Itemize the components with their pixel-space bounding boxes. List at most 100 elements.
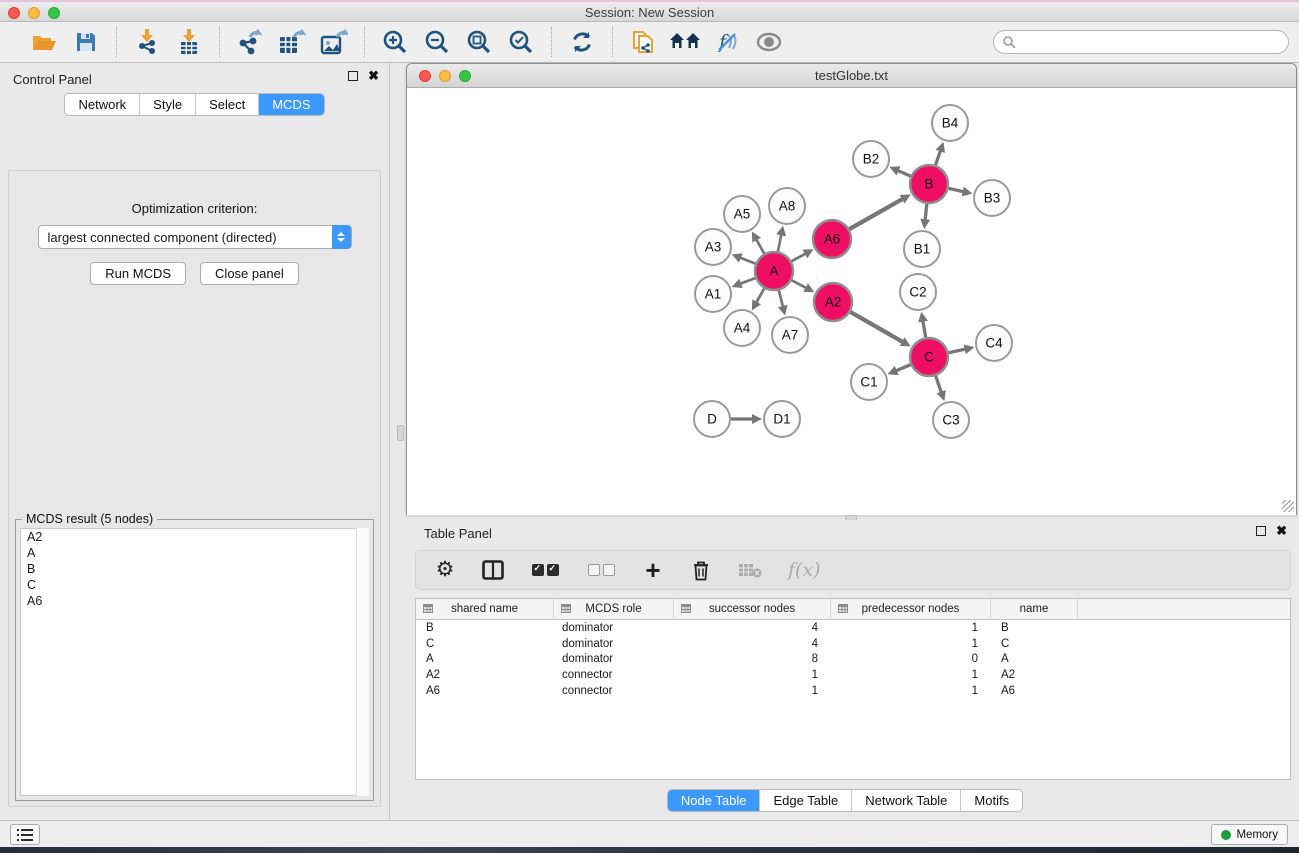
save-session-icon[interactable] xyxy=(70,27,102,57)
export-table-icon[interactable] xyxy=(276,27,308,57)
close-panel-icon[interactable]: ✖ xyxy=(1276,526,1287,536)
list-icon xyxy=(17,829,33,841)
result-list-item[interactable]: A xyxy=(21,545,368,561)
optimization-criterion-select[interactable]: largest connected component (directed) xyxy=(38,225,352,249)
table-row[interactable]: A6connector11A6 xyxy=(416,683,1290,699)
result-list-item[interactable]: C xyxy=(21,577,368,593)
graph-node-label: B2 xyxy=(863,152,880,167)
control-panel-title: Control Panel xyxy=(13,72,92,87)
graph-node-label: D xyxy=(707,412,717,427)
function-builder-icon[interactable]: f(x) xyxy=(788,557,821,583)
table-cell: 4 xyxy=(674,622,831,634)
float-panel-icon[interactable] xyxy=(348,71,358,81)
graph-edge[interactable] xyxy=(949,349,967,353)
result-list-item[interactable]: B xyxy=(21,561,368,577)
result-list-item[interactable]: A2 xyxy=(21,529,368,545)
table-cell: A6 xyxy=(991,685,1078,697)
import-table-icon[interactable] xyxy=(173,27,205,57)
result-scrollbar[interactable] xyxy=(356,528,369,796)
float-panel-icon[interactable] xyxy=(1256,526,1266,536)
desktop-background xyxy=(0,847,1299,853)
table-panel: Table Panel ✖ ⚙ + f(x) shared name xyxy=(391,520,1299,820)
home-icon[interactable] xyxy=(669,27,701,57)
mcds-result-list[interactable]: A2ABCA6 xyxy=(20,528,369,796)
search-field[interactable] xyxy=(993,30,1289,54)
column-grid-icon xyxy=(561,604,571,613)
table-row[interactable]: Cdominator41C xyxy=(416,636,1290,652)
network-canvas[interactable]: B4B2BB3B1A5A8A6A3AA1A2C2A4A7CC4C1C3DD1 xyxy=(407,89,1296,515)
window-resize-grip[interactable] xyxy=(1282,500,1294,512)
graph-edge[interactable] xyxy=(923,320,926,338)
add-column-icon[interactable]: + xyxy=(642,557,664,583)
graph-edge[interactable] xyxy=(779,290,783,307)
graph-edge[interactable] xyxy=(895,365,911,372)
graph-edge[interactable] xyxy=(739,278,755,284)
table-cell: B xyxy=(416,622,554,634)
tab-motifs[interactable]: Motifs xyxy=(961,790,1022,811)
refresh-icon[interactable] xyxy=(566,27,598,57)
tab-node-table[interactable]: Node Table xyxy=(668,790,761,811)
graph-node-label: A3 xyxy=(705,240,722,255)
import-network-icon[interactable] xyxy=(131,27,163,57)
settings-gear-icon[interactable]: ⚙ xyxy=(434,557,456,583)
close-panel-icon[interactable]: ✖ xyxy=(368,71,379,81)
graph-edge[interactable] xyxy=(792,253,807,261)
result-list-item[interactable]: A6 xyxy=(21,593,368,609)
tab-network[interactable]: Network xyxy=(65,94,140,115)
graph-edge[interactable] xyxy=(778,233,782,251)
column-header[interactable]: name xyxy=(991,599,1078,619)
select-all-checkbox-icon[interactable] xyxy=(530,557,560,583)
table-cell: B xyxy=(991,622,1078,634)
column-header[interactable]: predecessor nodes xyxy=(831,599,991,619)
graph-edge[interactable] xyxy=(936,149,941,165)
graph-edge[interactable] xyxy=(739,257,755,263)
close-panel-button[interactable]: Close panel xyxy=(200,262,299,285)
export-image-icon[interactable] xyxy=(318,27,350,57)
export-network-icon[interactable] xyxy=(234,27,266,57)
graph-edge[interactable] xyxy=(850,312,903,343)
search-input[interactable] xyxy=(1016,33,1288,51)
graph-edge[interactable] xyxy=(936,376,942,394)
zoom-out-icon[interactable] xyxy=(421,27,453,57)
graph-edge[interactable] xyxy=(897,170,911,176)
graph-edge[interactable] xyxy=(756,238,765,253)
table-cell: connector xyxy=(554,685,674,697)
graph-edge[interactable] xyxy=(792,280,808,288)
tab-network-table[interactable]: Network Table xyxy=(852,790,961,811)
graph-edge[interactable] xyxy=(949,188,965,192)
column-header[interactable]: shared name xyxy=(416,599,554,619)
tab-select[interactable]: Select xyxy=(196,94,259,115)
column-header[interactable]: MCDS role xyxy=(554,599,674,619)
table-cell: dominator xyxy=(554,638,674,650)
memory-button[interactable]: Memory xyxy=(1211,824,1288,845)
table-row[interactable]: A2connector11A2 xyxy=(416,667,1290,683)
delete-table-icon[interactable] xyxy=(738,557,762,583)
graph-edge[interactable] xyxy=(925,204,927,221)
column-header[interactable]: successor nodes xyxy=(674,599,831,619)
tab-style[interactable]: Style xyxy=(140,94,196,115)
zoom-fit-icon[interactable] xyxy=(463,27,495,57)
graph-edge[interactable] xyxy=(849,198,903,229)
table-row[interactable]: Bdominator41B xyxy=(416,620,1290,636)
deselect-all-checkbox-icon[interactable] xyxy=(586,557,616,583)
open-file-icon[interactable] xyxy=(28,27,60,57)
task-history-button[interactable] xyxy=(10,824,40,845)
mcds-result-group: MCDS result (5 nodes) A2ABCA6 xyxy=(15,519,374,801)
table-cell: dominator xyxy=(554,622,674,634)
tab-edge-table[interactable]: Edge Table xyxy=(760,790,852,811)
function-toggle-icon[interactable]: f xyxy=(711,27,743,57)
tab-mcds[interactable]: MCDS xyxy=(259,94,323,115)
app-titlebar: Session: New Session xyxy=(0,0,1299,22)
clone-network-icon[interactable] xyxy=(627,27,659,57)
split-divider-handle[interactable] xyxy=(397,425,404,441)
run-mcds-button[interactable]: Run MCDS xyxy=(90,262,186,285)
column-selector-icon[interactable] xyxy=(482,557,504,583)
delete-column-icon[interactable] xyxy=(690,557,712,583)
zoom-selected-icon[interactable] xyxy=(505,27,537,57)
table-cell: 1 xyxy=(831,669,991,681)
graph-edge[interactable] xyxy=(756,288,765,303)
table-row[interactable]: Adominator80A xyxy=(416,652,1290,668)
eye-icon[interactable] xyxy=(753,27,785,57)
zoom-in-icon[interactable] xyxy=(379,27,411,57)
graph-node-label: B1 xyxy=(914,242,931,257)
